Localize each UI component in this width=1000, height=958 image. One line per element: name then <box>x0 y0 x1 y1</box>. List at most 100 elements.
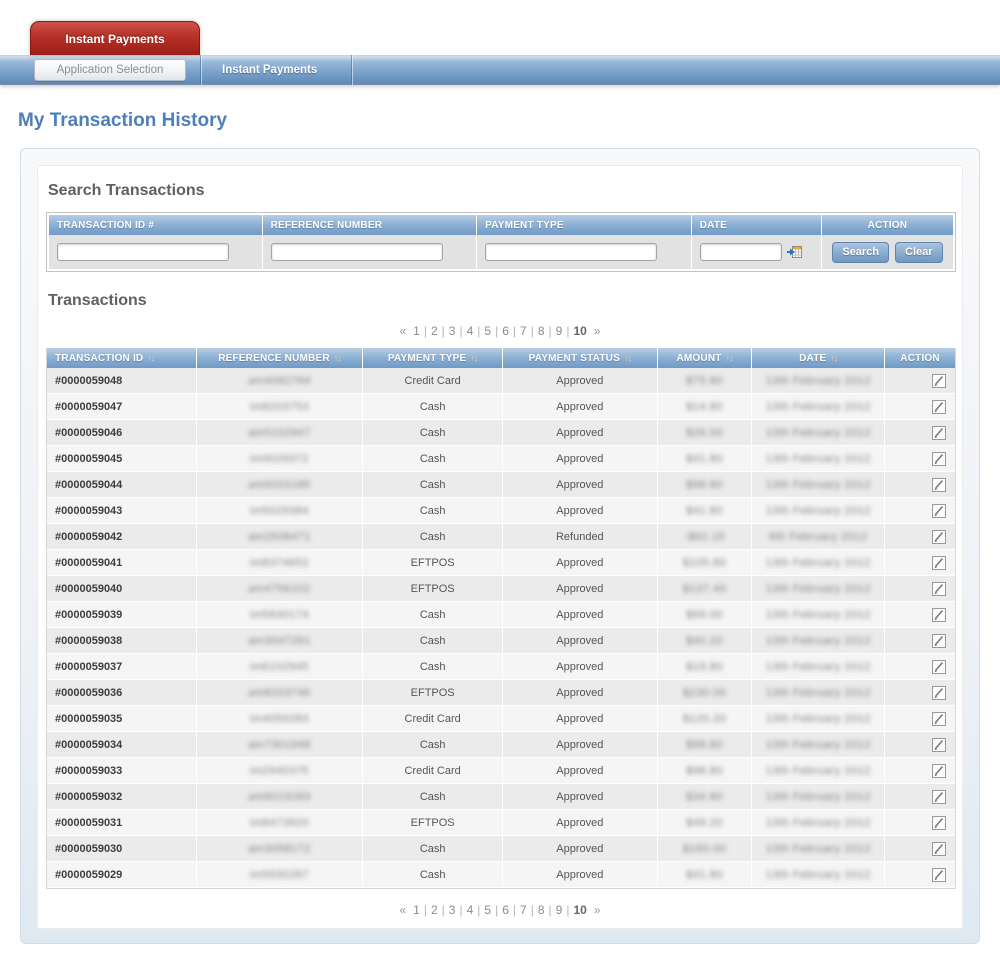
row-action-button[interactable] <box>931 685 947 701</box>
redacted-value: 13th February 2012 <box>766 869 871 881</box>
pagination-prev[interactable]: « <box>396 324 409 338</box>
edit-record-icon <box>931 841 947 857</box>
row-action-button[interactable] <box>931 763 947 779</box>
cell-amount: $41.80 <box>658 862 753 887</box>
table-row: #0000059040am4756102EFTPOSApproved$137.4… <box>47 576 955 602</box>
pagination-next[interactable]: » <box>591 324 604 338</box>
cell-amount: $137.40 <box>658 576 753 601</box>
row-action-button[interactable] <box>931 581 947 597</box>
table-column-header[interactable]: REFERENCE NUMBER↑↓ <box>197 348 364 368</box>
pagination-bottom: «1|2|3|4|5|6|7|8|9|10» <box>46 903 954 917</box>
redacted-value: im8374652 <box>250 557 309 569</box>
cell-amount: $41.80 <box>658 498 753 523</box>
row-action-button[interactable] <box>931 399 947 415</box>
redacted-value: 13th February 2012 <box>766 609 871 621</box>
redacted-value: im5930287 <box>250 869 309 881</box>
redacted-value: im5029384 <box>250 505 309 517</box>
cell-date: 13th February 2012 <box>752 420 885 445</box>
pagination-page-4[interactable]: 4 <box>463 324 478 338</box>
date-picker-button[interactable] <box>787 245 803 259</box>
nav-item-instant-payments[interactable]: Instant Payments <box>202 55 351 85</box>
table-column-header[interactable]: PAYMENT STATUS↑↓ <box>503 348 658 368</box>
cell-action <box>885 732 955 757</box>
reference-number-input[interactable] <box>271 243 443 261</box>
pagination-page-7[interactable]: 7 <box>516 324 531 338</box>
row-action-button[interactable] <box>931 477 947 493</box>
row-action-button[interactable] <box>931 425 947 441</box>
calendar-icon <box>787 245 803 259</box>
row-action-button[interactable] <box>931 451 947 467</box>
pagination-page-5[interactable]: 5 <box>480 324 495 338</box>
application-selection-label: Application Selection <box>57 64 164 76</box>
row-action-button[interactable] <box>931 529 947 545</box>
redacted-value: 13th February 2012 <box>766 765 871 777</box>
row-action-button[interactable] <box>931 711 947 727</box>
sort-icon[interactable]: ↑↓ <box>624 353 631 363</box>
table-row: #0000059033im2940375Credit CardApproved$… <box>47 758 955 784</box>
clear-button[interactable]: Clear <box>895 242 943 263</box>
pagination-page-1[interactable]: 1 <box>409 903 424 917</box>
cell-payment-status: Approved <box>503 550 658 575</box>
cell-reference-number: am5102947 <box>197 420 364 445</box>
table-column-header[interactable]: TRANSACTION ID↑↓ <box>47 348 197 368</box>
table-column-header[interactable]: PAYMENT TYPE↑↓ <box>363 348 503 368</box>
row-action-button[interactable] <box>931 789 947 805</box>
row-action-button[interactable] <box>931 659 947 675</box>
pagination-page-7[interactable]: 7 <box>516 903 531 917</box>
pagination-page-1[interactable]: 1 <box>409 324 424 338</box>
row-action-button[interactable] <box>931 867 947 883</box>
row-action-button[interactable] <box>931 373 947 389</box>
pagination-page-3[interactable]: 3 <box>445 324 460 338</box>
pagination-prev[interactable]: « <box>396 903 409 917</box>
sort-icon[interactable]: ↑↓ <box>830 353 837 363</box>
pagination-page-10[interactable]: 10 <box>569 324 590 338</box>
sort-icon[interactable]: ↑↓ <box>334 353 341 363</box>
table-column-header[interactable]: AMOUNT↑↓ <box>658 348 753 368</box>
cell-action <box>885 836 955 861</box>
cell-payment-type: Cash <box>363 602 503 627</box>
search-button[interactable]: Search <box>832 242 889 263</box>
pagination-page-9[interactable]: 9 <box>552 903 567 917</box>
pagination-page-8[interactable]: 8 <box>534 324 549 338</box>
pagination-page-6[interactable]: 6 <box>498 903 513 917</box>
pagination-page-10[interactable]: 10 <box>569 903 590 917</box>
cell-action <box>885 628 955 653</box>
row-action-button[interactable] <box>931 841 947 857</box>
pagination-page-4[interactable]: 4 <box>463 903 478 917</box>
pagination-next[interactable]: » <box>591 903 604 917</box>
redacted-value: 13th February 2012 <box>766 713 871 725</box>
payment-type-input[interactable] <box>485 243 657 261</box>
row-action-button[interactable] <box>931 633 947 649</box>
cell-amount: $34.80 <box>658 784 753 809</box>
row-action-button[interactable] <box>931 503 947 519</box>
pagination-page-9[interactable]: 9 <box>552 324 567 338</box>
pagination-page-6[interactable]: 6 <box>498 324 513 338</box>
cell-payment-status: Approved <box>503 732 658 757</box>
search-column-label: TRANSACTION ID # <box>49 220 154 231</box>
sort-icon[interactable]: ↑↓ <box>726 353 733 363</box>
search-cell-date <box>692 235 822 269</box>
pagination-page-3[interactable]: 3 <box>445 903 460 917</box>
sort-icon[interactable]: ↑↓ <box>147 353 154 363</box>
application-selection-button[interactable]: Application Selection <box>34 59 186 81</box>
transactions-section-heading: Transactions <box>48 292 954 310</box>
cell-action <box>885 498 955 523</box>
edit-record-icon <box>931 529 947 545</box>
transaction-id-input[interactable] <box>57 243 229 261</box>
app-tab-instant-payments[interactable]: Instant Payments <box>30 21 200 55</box>
sort-icon[interactable]: ↑↓ <box>470 353 477 363</box>
redacted-value: am4092764 <box>248 375 311 387</box>
row-action-button[interactable] <box>931 607 947 623</box>
cell-amount: $40.20 <box>658 628 753 653</box>
row-action-button[interactable] <box>931 555 947 571</box>
cell-date: 13th February 2012 <box>752 810 885 835</box>
row-action-button[interactable] <box>931 737 947 753</box>
table-column-header[interactable]: DATE↑↓ <box>752 348 885 368</box>
pagination-page-8[interactable]: 8 <box>534 903 549 917</box>
cell-payment-status: Approved <box>503 446 658 471</box>
date-input[interactable] <box>700 243 782 261</box>
row-action-button[interactable] <box>931 815 947 831</box>
pagination-page-2[interactable]: 2 <box>427 903 442 917</box>
pagination-page-5[interactable]: 5 <box>480 903 495 917</box>
pagination-page-2[interactable]: 2 <box>427 324 442 338</box>
